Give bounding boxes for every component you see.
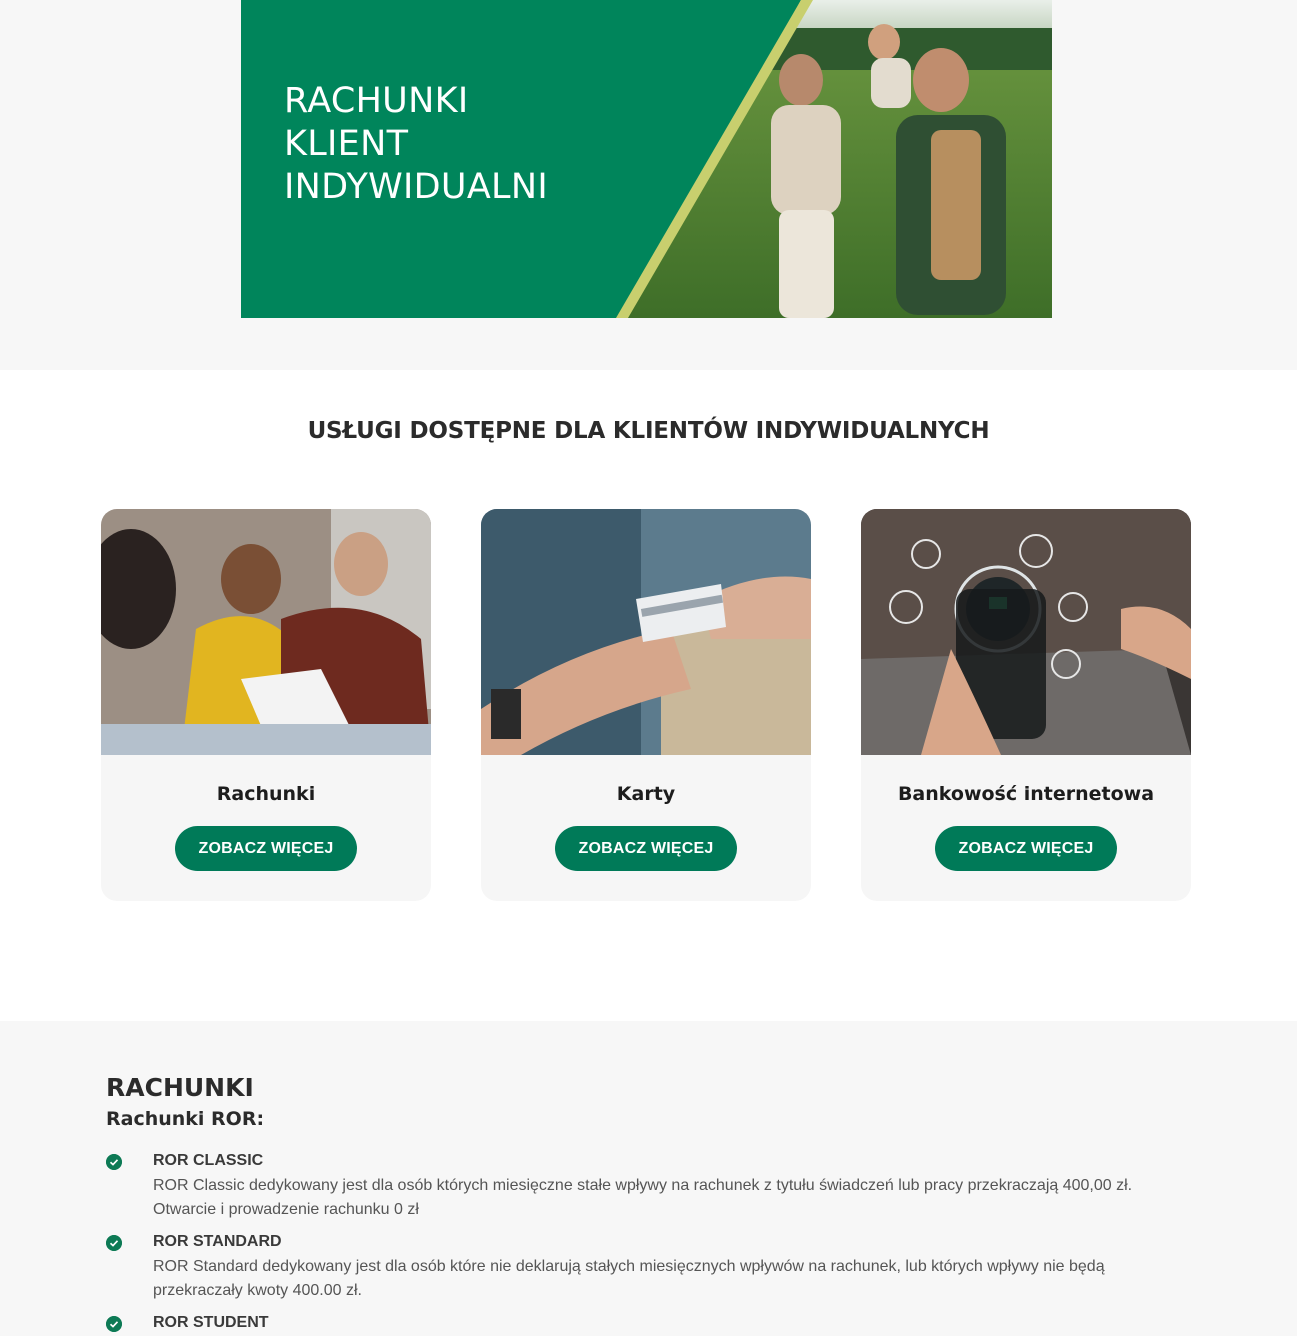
check-circle-icon xyxy=(106,1235,122,1251)
account-description-line-2: Otwarcie i prowadzenie rachunku 0 zł xyxy=(153,1201,419,1218)
account-name: ROR CLASSIC xyxy=(153,1152,264,1169)
service-card-bankowosc: Bankowość internetowa ZOBACZ WIĘCEJ xyxy=(861,509,1191,901)
see-more-button[interactable]: ZOBACZ WIĘCEJ xyxy=(935,826,1117,871)
account-description: ROR Classic dedykowany jest dla osób któ… xyxy=(153,1174,1173,1222)
service-card-title: Karty xyxy=(616,783,676,805)
hero-title-line-3: INDYWIDUALNI xyxy=(284,167,548,207)
services-section: USŁUGI DOSTĘPNE DLA KLIENTÓW INDYWIDUALN… xyxy=(0,370,1297,1021)
account-description-line-1: ROR Classic dedykowany jest dla osób któ… xyxy=(153,1177,1133,1194)
list-item-ror-student: ROR STUDENT xyxy=(106,1314,1196,1336)
account-name: ROR STANDARD xyxy=(153,1233,282,1250)
accounts-title: RACHUNKI xyxy=(106,1073,254,1102)
account-description-line-1: ROR Standard dedykowany jest dla osób kt… xyxy=(153,1258,1105,1275)
check-circle-icon xyxy=(106,1316,122,1332)
service-card-title: Bankowość internetowa xyxy=(897,783,1155,805)
list-item-ror-classic: ROR CLASSIC ROR Classic dedykowany jest … xyxy=(106,1152,1196,1222)
accounts-section: RACHUNKI Rachunki ROR: ROR CLASSIC ROR C… xyxy=(0,1021,1297,1336)
hero-title-line-2: KLIENT xyxy=(284,124,409,164)
list-item-ror-standard: ROR STANDARD ROR Standard dedykowany jes… xyxy=(106,1233,1196,1303)
account-description: ROR Standard dedykowany jest dla osób kt… xyxy=(153,1255,1173,1303)
hero-title: RACHUNKI KLIENT INDYWIDUALNI xyxy=(284,80,548,209)
services-title: USŁUGI DOSTĘPNE DLA KLIENTÓW INDYWIDUALN… xyxy=(307,418,990,444)
online-banking-image xyxy=(861,509,1191,755)
service-card-karty: Karty ZOBACZ WIĘCEJ xyxy=(481,509,811,901)
couple-with-documents-image xyxy=(101,509,431,755)
account-description-line-2: przekraczały kwoty 400.00 zł. xyxy=(153,1282,362,1299)
hero-section: RACHUNKI KLIENT INDYWIDUALNI xyxy=(0,0,1297,370)
see-more-button[interactable]: ZOBACZ WIĘCEJ xyxy=(175,826,357,871)
accounts-subtitle: Rachunki ROR: xyxy=(106,1108,265,1130)
see-more-button[interactable]: ZOBACZ WIĘCEJ xyxy=(555,826,737,871)
card-handover-image xyxy=(481,509,811,755)
hero-banner: RACHUNKI KLIENT INDYWIDUALNI xyxy=(241,0,1052,318)
service-card-title: Rachunki xyxy=(216,783,316,805)
service-card-rachunki: Rachunki ZOBACZ WIĘCEJ xyxy=(101,509,431,901)
check-circle-icon xyxy=(106,1154,122,1170)
hero-title-line-1: RACHUNKI xyxy=(284,81,469,121)
account-name: ROR STUDENT xyxy=(153,1314,269,1331)
